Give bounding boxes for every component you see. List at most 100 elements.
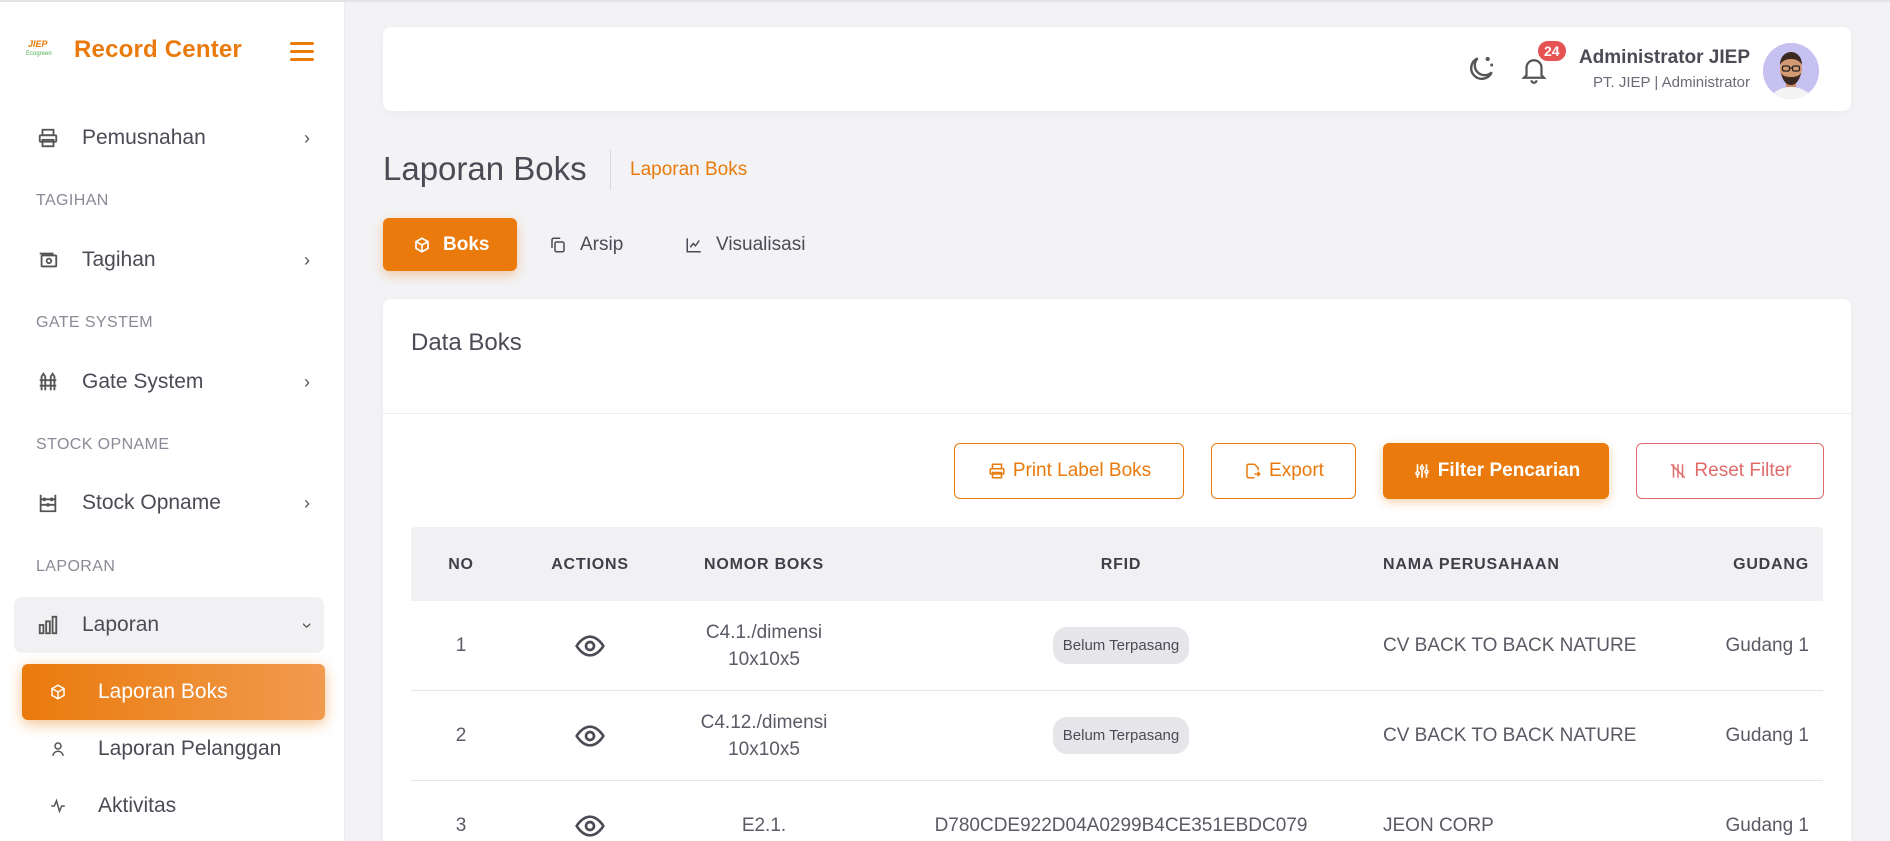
button-label: Print Label Boks (1012, 460, 1152, 481)
tab-label: Boks (443, 233, 490, 255)
page-title: Laporan Boks (383, 150, 587, 187)
user-role: PT. JIEP | Administrator (1592, 74, 1750, 91)
table-row: 2 C4.12./dimensi 10x10x5 Belum Terpasang… (411, 691, 1823, 781)
cell-nomor-boks: C4.12./dimensi 10x10x5 (700, 711, 828, 760)
tab-label: Arsip (580, 233, 624, 255)
sidebar-subitem-laporan-pelanggan[interactable]: Laporan Pelanggan (22, 721, 325, 777)
brand[interactable]: JIEP Ecogreen Record Center (24, 36, 242, 64)
cell-nomor-boks: C4.1./dimensi 10x10x5 (705, 621, 823, 670)
sidebar-item-laporan[interactable]: Laporan › (14, 597, 324, 653)
activity-icon (48, 796, 68, 816)
header-actions: ACTIONS (551, 555, 629, 573)
sliders-off-icon (1668, 461, 1688, 481)
sidebar-item-gate-system[interactable]: Gate System › (14, 354, 324, 410)
header-no[interactable]: NO (411, 551, 511, 578)
logo: JIEP Ecogreen (24, 37, 56, 63)
button-label: Filter Pencarian (1437, 460, 1581, 481)
chevron-right-icon: › (304, 250, 310, 270)
print-label-button[interactable]: Print Label Boks (954, 443, 1184, 499)
cell-rfid: D780CDE922D04A0299B4CE351EBDC079 (934, 815, 1308, 836)
logo-text-bottom: Ecogreen (26, 51, 52, 57)
logo-text-top: JIEP (28, 39, 48, 49)
sidebar-item-pemusnahan[interactable]: Pemusnahan › (14, 110, 324, 166)
sidebar-item-label: Stock Opname (82, 491, 221, 514)
cell-actions (511, 630, 669, 662)
cell-no: 1 (455, 635, 467, 656)
sidebar-subitem-laporan-boks[interactable]: Laporan Boks (22, 664, 325, 720)
box-icon (413, 235, 431, 255)
breadcrumb[interactable]: Laporan Boks (630, 159, 747, 181)
button-label: Export (1269, 460, 1324, 481)
data-table: NO ACTIONS NOMOR BOKS RFID NAMA PERUSAHA… (411, 527, 1823, 841)
reset-filter-button[interactable]: Reset Filter (1636, 443, 1824, 499)
title-divider (610, 150, 611, 190)
section-stock-opname: STOCK OPNAME (36, 436, 170, 453)
cell-nama-perusahaan: JEON CORP (1383, 815, 1494, 836)
sidebar-subitem-label: Laporan Boks (98, 680, 228, 703)
tab-arsip[interactable]: Arsip (518, 218, 653, 271)
user-name: Administrator JIEP (1578, 47, 1750, 68)
header-nomor-boks[interactable]: NOMOR BOKS (669, 551, 859, 578)
tab-label: Visualisasi (716, 233, 806, 255)
notification-count-badge: 24 (1536, 39, 1568, 63)
cell-gudang: Gudang 1 (1725, 725, 1809, 746)
sidebar-item-label: Laporan (82, 613, 160, 636)
cell-rfid: Belum Terpasang (859, 627, 1383, 664)
printer-icon (36, 126, 60, 150)
cell-gudang: Gudang 1 (1725, 815, 1809, 836)
sidebar-subitem-aktivitas[interactable]: Aktivitas (22, 778, 325, 834)
table-header: NO ACTIONS NOMOR BOKS RFID NAMA PERUSAHA… (411, 527, 1823, 601)
header-rfid[interactable]: RFID (859, 551, 1383, 578)
tab-visualisasi[interactable]: Visualisasi (654, 218, 835, 271)
filter-search-button[interactable]: Filter Pencarian (1383, 443, 1609, 499)
cash-icon (36, 248, 60, 272)
sidebar: JIEP Ecogreen Record Center Pemusnahan ›… (0, 2, 345, 841)
sidebar-subitem-label: Aktivitas (98, 794, 177, 817)
menu-toggle-icon[interactable] (290, 42, 314, 62)
cell-nama-perusahaan: CV BACK TO BACK NATURE (1383, 635, 1637, 656)
rfid-status-badge: Belum Terpasang (1052, 627, 1190, 664)
sidebar-item-label: Tagihan (82, 248, 156, 271)
sidebar-item-stock-opname[interactable]: Stock Opname › (14, 475, 324, 531)
sidebar-item-label: Gate System (82, 370, 204, 393)
chevron-right-icon: › (304, 493, 310, 513)
cell-actions (511, 720, 669, 752)
card-divider (383, 413, 1851, 414)
view-eye-icon[interactable] (574, 630, 606, 662)
view-eye-icon[interactable] (574, 810, 606, 841)
header-gudang[interactable]: GUDANG (1648, 551, 1823, 578)
chevron-right-icon: › (304, 128, 310, 148)
chevron-down-icon: › (297, 622, 318, 629)
export-button[interactable]: Export (1211, 443, 1356, 499)
dark-mode-moon-icon[interactable] (1465, 53, 1499, 87)
data-card: Data Boks Print Label Boks Export Filter… (383, 299, 1851, 841)
sliders-icon (1412, 461, 1432, 481)
cell-nomor-boks: E2.1. (741, 815, 787, 836)
chart-line-icon (684, 235, 704, 255)
cell-rfid: Belum Terpasang (859, 717, 1383, 754)
brand-name: Record Center (74, 36, 242, 63)
box-icon (48, 682, 68, 702)
chart-bar-icon (36, 613, 60, 637)
abacus-icon (36, 491, 60, 515)
copy-icon (548, 235, 568, 255)
section-gate-system: GATE SYSTEM (36, 314, 154, 331)
user-icon (48, 739, 68, 759)
sidebar-item-label: Pemusnahan (82, 126, 206, 149)
topbar: 24 Administrator JIEP PT. JIEP | Adminis… (383, 27, 1851, 111)
button-label: Reset Filter (1694, 460, 1792, 481)
avatar[interactable] (1763, 43, 1819, 99)
table-row: 3 E2.1. D780CDE922D04A0299B4CE351EBDC079… (411, 781, 1823, 841)
rfid-status-badge: Belum Terpasang (1052, 717, 1190, 754)
header-nama-perusahaan[interactable]: NAMA PERUSAHAAN (1383, 551, 1648, 578)
card-title: Data Boks (411, 329, 522, 356)
cell-nama-perusahaan: CV BACK TO BACK NATURE (1383, 725, 1637, 746)
chevron-right-icon: › (304, 372, 310, 392)
cell-gudang: Gudang 1 (1725, 635, 1809, 656)
table-row: 1 C4.1./dimensi 10x10x5 Belum Terpasang … (411, 601, 1823, 691)
cell-no: 2 (455, 725, 467, 746)
view-eye-icon[interactable] (574, 720, 606, 752)
tab-boks[interactable]: Boks (383, 218, 517, 271)
sidebar-item-tagihan[interactable]: Tagihan › (14, 232, 324, 288)
printer-icon (987, 461, 1007, 481)
